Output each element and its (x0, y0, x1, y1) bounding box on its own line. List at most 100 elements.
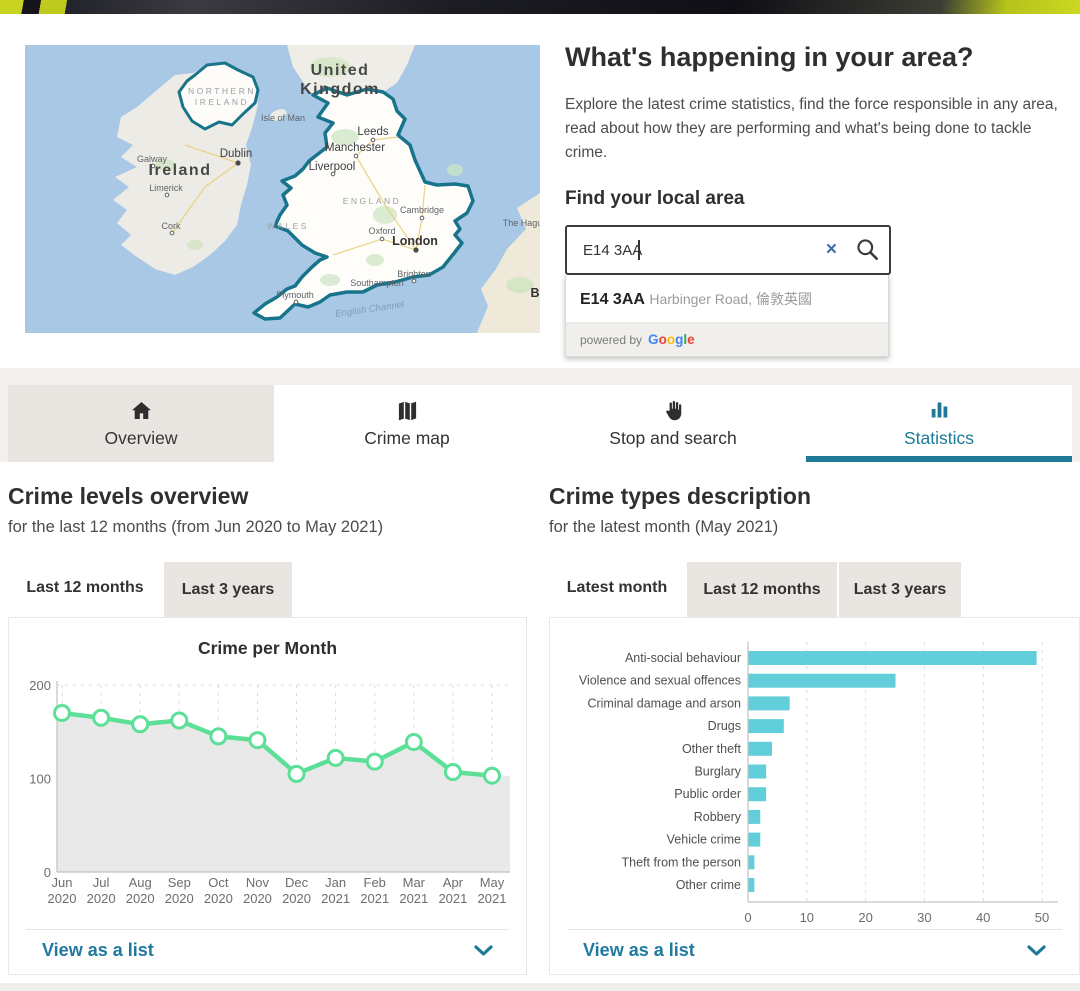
ireland-green-patch (187, 240, 203, 250)
google-logo-letter: o (667, 332, 675, 347)
tab-crime-map[interactable]: Crime map (274, 385, 540, 462)
svg-text:Mar2021: Mar2021 (399, 875, 428, 906)
hand-icon (661, 399, 686, 422)
svg-text:Violence and sexual offences: Violence and sexual offences (579, 674, 741, 688)
suggestion-address: Harbinger Road, 倫敦英國 (649, 291, 812, 307)
map-town-dot (420, 216, 424, 220)
tab-label: Statistics (904, 428, 974, 449)
svg-text:Jan2021: Jan2021 (321, 875, 350, 906)
next-section-edge (0, 983, 1080, 991)
svg-text:Burglary: Burglary (694, 765, 741, 779)
map-icon (395, 399, 420, 422)
page-title: What's happening in your area? (565, 42, 1070, 73)
tab-label: Stop and search (609, 428, 736, 449)
map-town-dot (294, 300, 298, 304)
range-tab-last-12-months[interactable]: Last 12 months (687, 562, 837, 617)
search-icon[interactable] (855, 237, 881, 266)
svg-text:Sep2020: Sep2020 (165, 875, 194, 906)
section-tabs: Overview Crime map Stop and search Statisti… (8, 385, 1072, 462)
intro-description: Explore the latest crime statistics, fin… (565, 93, 1067, 165)
svg-text:Dec2020: Dec2020 (282, 875, 311, 906)
autocomplete-dropdown: E14 3AA Harbinger Road, 倫敦英國 powered by … (565, 275, 889, 357)
svg-text:Aug2020: Aug2020 (126, 875, 155, 906)
range-tab-latest-month[interactable]: Latest month (549, 558, 685, 617)
police-chevron-banner (0, 0, 1080, 14)
map-label: WALES (267, 221, 309, 231)
chevron-down-icon (474, 945, 493, 957)
svg-text:100: 100 (29, 772, 51, 787)
police-uk-page: UnitedKingdomNORTHERNIRELANDIsle of ManI… (0, 0, 1080, 991)
svg-text:Oct2020: Oct2020 (204, 875, 233, 906)
svg-text:Other theft: Other theft (682, 742, 742, 756)
powered-by-text: powered by (580, 333, 642, 347)
map-town-dot (380, 237, 384, 241)
svg-text:30: 30 (917, 910, 931, 925)
active-tab-underline (806, 456, 1072, 462)
view-as-list-right[interactable]: View as a list (567, 929, 1062, 974)
clear-icon[interactable]: × (820, 227, 843, 273)
crime-levels-title: Crime levels overview (8, 483, 248, 510)
crime-types-title: Crime types description (549, 483, 811, 510)
map-city-dot (235, 160, 240, 165)
uk-map[interactable]: UnitedKingdomNORTHERNIRELANDIsle of ManI… (25, 45, 540, 333)
line-chart-title: Crime per Month (9, 638, 526, 659)
svg-text:Jun2020: Jun2020 (48, 875, 77, 906)
map-label: Manchester (325, 142, 385, 154)
range-tab-last-12-months[interactable]: Last 12 months (8, 558, 162, 617)
map-town-dot (170, 231, 174, 235)
svg-text:200: 200 (29, 678, 51, 693)
map-label: Limerick (149, 183, 183, 193)
bar-chart-icon (927, 399, 952, 422)
text-cursor (638, 240, 640, 260)
tab-overview[interactable]: Overview (8, 385, 274, 462)
crime-types-bar-chart: Anti-social behaviour Violence and sexual… (555, 634, 1075, 934)
crime-types-subtitle: for the latest month (May 2021) (549, 518, 778, 537)
tab-label: Crime map (364, 428, 450, 449)
google-logo: Google (648, 332, 695, 347)
svg-text:May2021: May2021 (478, 875, 507, 906)
find-local-area-heading: Find your local area (565, 188, 1070, 210)
crime-per-month-line-chart: 0100200Jun2020Jul2020Aug2020Sep2020Oct20… (14, 664, 521, 909)
crime-levels-panel: Crime per Month 0100200Jun2020Jul2020Aug… (8, 617, 527, 975)
map-label: Isle of Man (261, 113, 305, 123)
svg-text:Robbery: Robbery (694, 810, 742, 824)
svg-text:Vehicle crime: Vehicle crime (667, 833, 741, 847)
autocomplete-suggestion[interactable]: E14 3AA Harbinger Road, 倫敦英國 (566, 275, 888, 323)
map-label: London (392, 234, 438, 248)
crime-types-range-tabs: Latest monthLast 12 monthsLast 3 years (549, 558, 963, 617)
svg-text:Jul2020: Jul2020 (87, 875, 116, 906)
tab-statistics[interactable]: Statistics (806, 385, 1072, 462)
tab-label: Overview (105, 428, 178, 449)
map-label: ENGLAND (343, 196, 402, 206)
svg-text:Nov2020: Nov2020 (243, 875, 272, 906)
google-attribution: powered by Google (566, 323, 888, 356)
intro-section: What's happening in your area? Explore t… (565, 42, 1070, 357)
map-label: Leeds (357, 126, 389, 138)
map-label: Dublin (220, 148, 253, 160)
view-as-list-left[interactable]: View as a list (26, 929, 509, 974)
map-city-dot (413, 247, 418, 252)
svg-text:Drugs: Drugs (708, 719, 741, 733)
range-tab-last-3-years[interactable]: Last 3 years (839, 562, 961, 617)
section-tabs-band: Overview Crime map Stop and search Statisti… (0, 368, 1080, 462)
svg-text:0: 0 (744, 910, 751, 925)
map-label: NORTHERNIRELAND (188, 86, 256, 107)
svg-text:40: 40 (976, 910, 990, 925)
tab-stop-and-search[interactable]: Stop and search (540, 385, 806, 462)
suggestion-postcode: E14 3AA (580, 291, 645, 308)
svg-text:10: 10 (800, 910, 814, 925)
google-logo-letter: e (687, 332, 695, 347)
map-town-dot (354, 154, 358, 158)
postcode-search-box: × (565, 225, 891, 275)
svg-text:Theft from the person: Theft from the person (621, 855, 741, 869)
map-label: Cork (161, 221, 181, 231)
range-tab-last-3-years[interactable]: Last 3 years (164, 562, 292, 617)
chevron-down-icon (1027, 945, 1046, 957)
map-label: Galway (137, 154, 168, 164)
svg-text:Apr2021: Apr2021 (438, 875, 467, 906)
crime-types-panel: Anti-social behaviour Violence and sexual… (549, 617, 1080, 975)
svg-text:Feb2021: Feb2021 (360, 875, 389, 906)
svg-text:Anti-social behaviour: Anti-social behaviour (625, 651, 741, 665)
map-label: Cambridge (400, 205, 444, 215)
home-icon (129, 399, 154, 422)
